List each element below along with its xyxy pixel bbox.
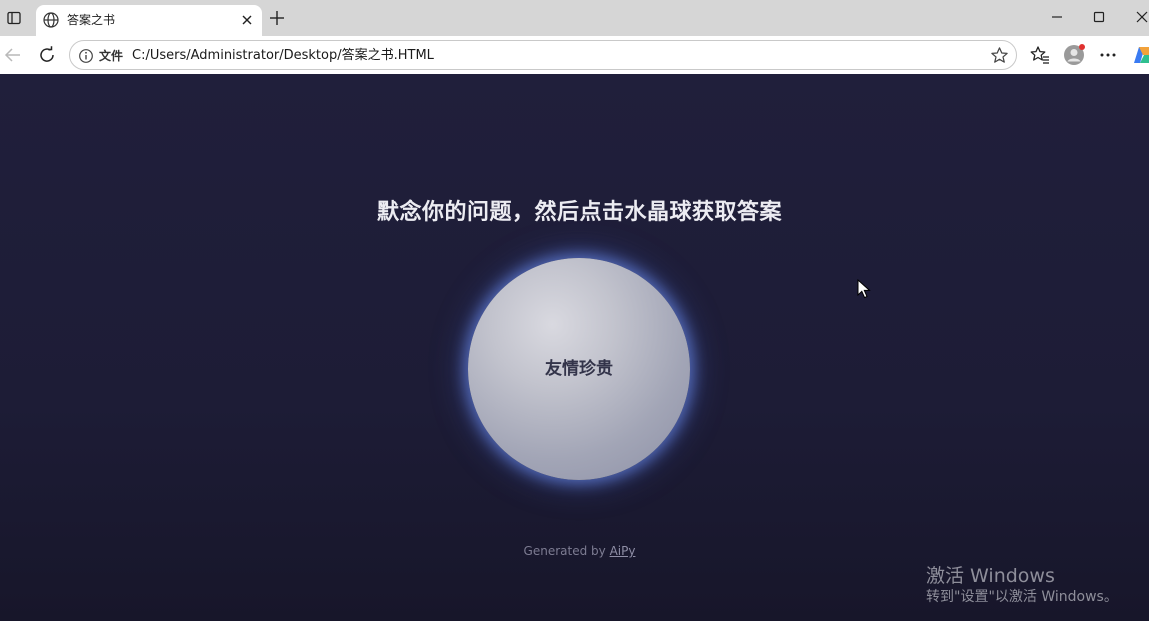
site-info-button[interactable]: 文件	[78, 47, 123, 64]
crystal-ball-button[interactable]: 友情珍贵	[468, 258, 690, 480]
avatar-icon[interactable]	[1063, 44, 1085, 66]
browser-toolbar: 文件 C:/Users/Administrator/Desktop/答案之书.H…	[0, 36, 1149, 74]
copilot-icon[interactable]	[1132, 45, 1149, 65]
close-icon[interactable]	[239, 12, 255, 28]
arrow-left-icon[interactable]	[3, 45, 23, 65]
page-content: 默念你的问题，然后点击水晶球获取答案 友情珍贵 Generated by AiP…	[0, 74, 1149, 621]
site-label: 文件	[99, 48, 124, 63]
tab-title: 答案之书	[67, 13, 116, 27]
maximize-icon[interactable]	[1090, 8, 1108, 26]
activation-subtitle: 转到"设置"以激活 Windows。	[926, 589, 1118, 605]
mouse-cursor-icon	[857, 279, 871, 299]
page-title: 默念你的问题，然后点击水晶球获取答案	[376, 200, 782, 225]
browser-window: 答案之书 文件 C:/Users/Administrator/Desktop/答…	[0, 0, 1149, 621]
star-icon[interactable]	[990, 46, 1009, 65]
footer: Generated by AiPy	[0, 544, 1149, 558]
tab-active[interactable]: 答案之书	[36, 5, 262, 36]
footer-link[interactable]: AiPy	[610, 544, 636, 558]
window-close-icon[interactable]	[1133, 8, 1149, 26]
windows-activation-watermark: 激活 Windows 转到"设置"以激活 Windows。	[926, 564, 1118, 606]
url-text[interactable]: C:/Users/Administrator/Desktop/答案之书.HTML	[132, 47, 434, 64]
address-bar[interactable]: 文件 C:/Users/Administrator/Desktop/答案之书.H…	[69, 40, 1017, 70]
tab-actions-icon[interactable]	[2, 6, 26, 30]
plus-icon[interactable]	[268, 9, 286, 27]
tab-strip: 答案之书	[0, 0, 1149, 36]
favorites-icon[interactable]	[1030, 45, 1050, 65]
activation-title: 激活 Windows	[926, 565, 1055, 587]
answer-text: 友情珍贵	[545, 359, 613, 379]
globe-icon	[43, 12, 59, 28]
reload-icon[interactable]	[37, 45, 57, 65]
footer-prefix: Generated by	[523, 544, 610, 558]
minimize-icon[interactable]	[1048, 8, 1066, 26]
info-icon	[79, 48, 93, 63]
more-icon[interactable]	[1098, 45, 1118, 65]
